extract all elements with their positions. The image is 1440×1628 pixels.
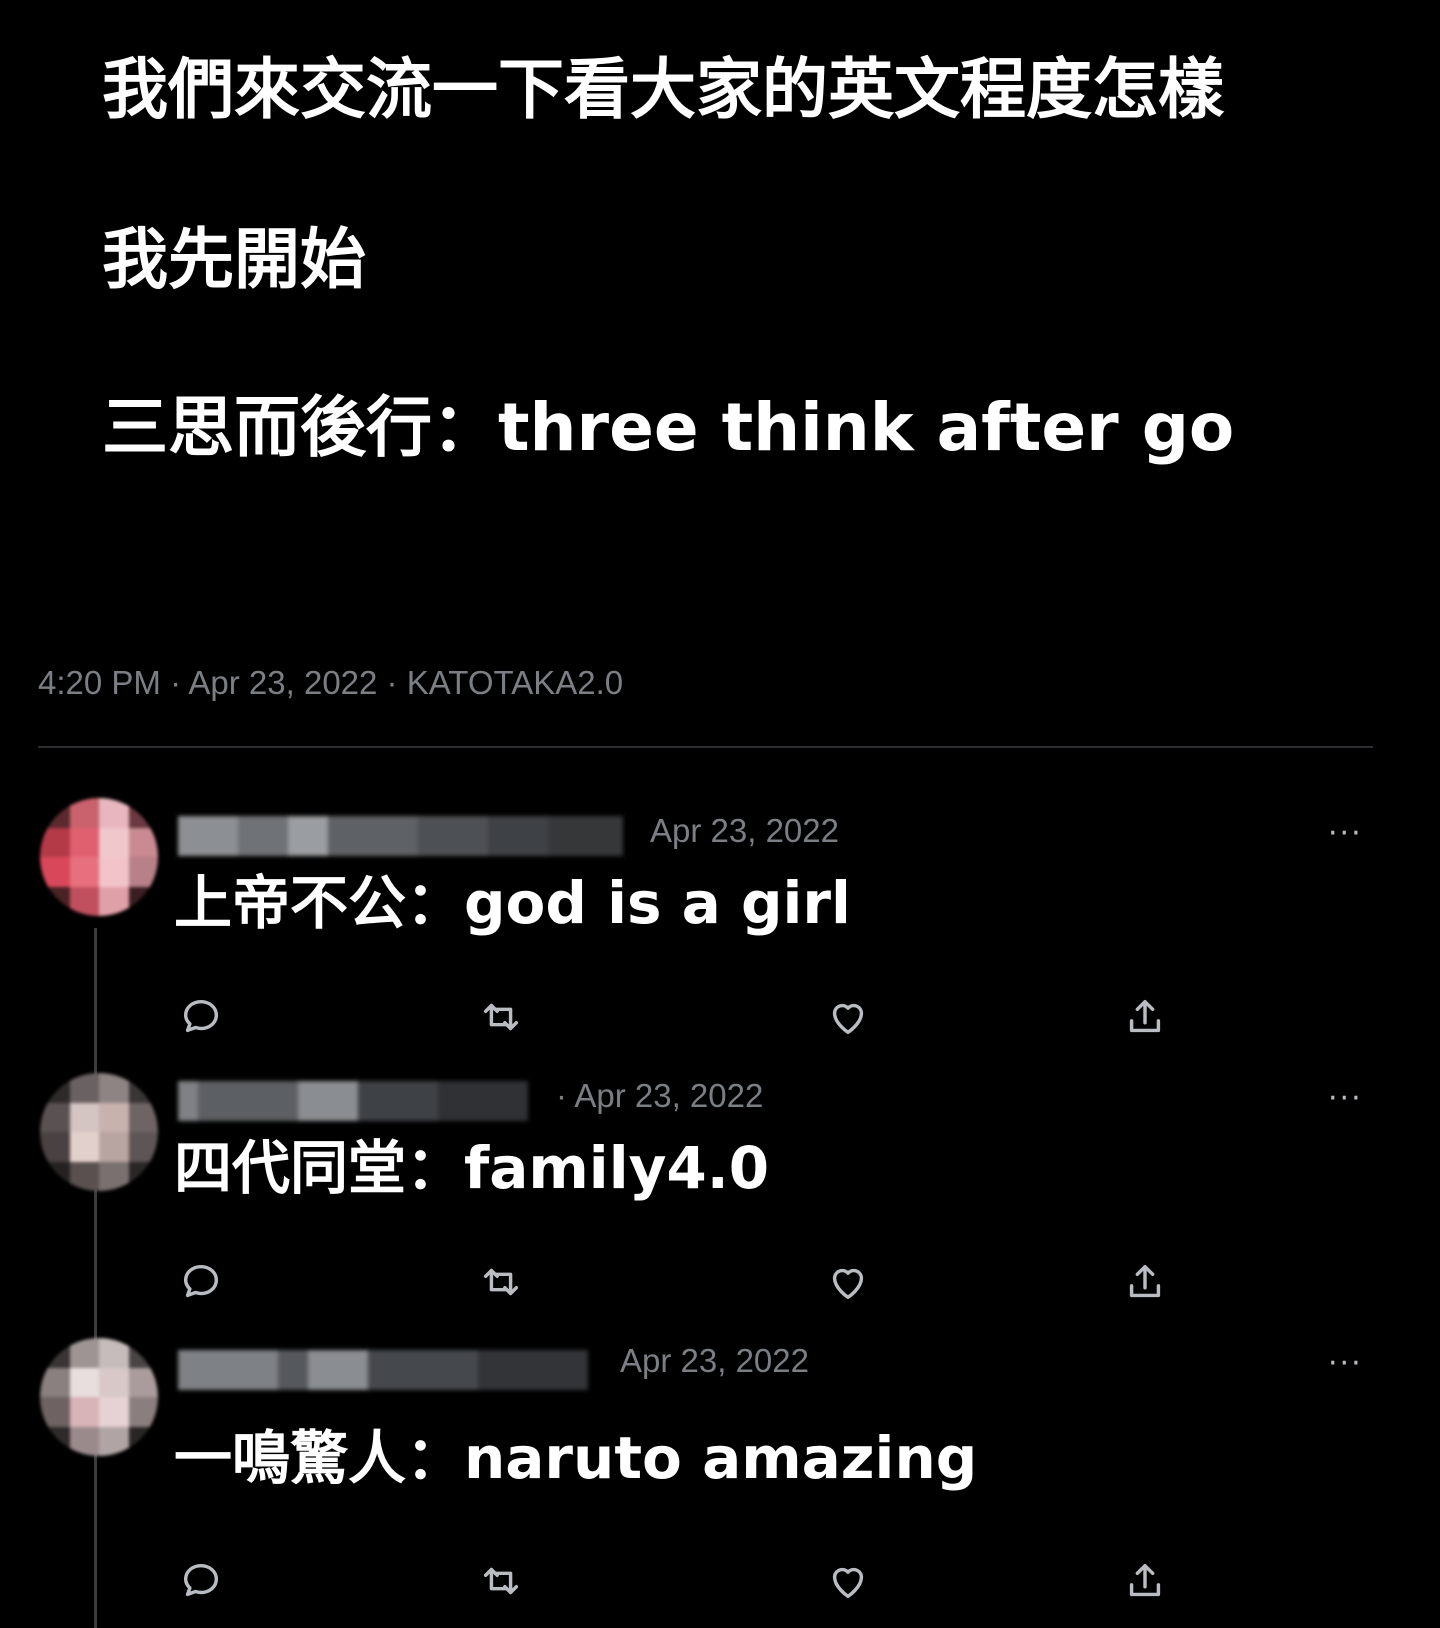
- heart-icon[interactable]: [825, 994, 871, 1040]
- reply-text: 上帝不公：god is a girl: [174, 869, 851, 937]
- avatar[interactable]: [40, 1073, 158, 1191]
- reply-date[interactable]: Apr 23, 2022: [650, 812, 839, 850]
- reply-icon[interactable]: [178, 1558, 224, 1604]
- share-icon[interactable]: [1122, 1259, 1168, 1305]
- heart-icon[interactable]: [825, 1259, 871, 1305]
- reply-date[interactable]: Apr 23, 2022: [620, 1342, 809, 1380]
- post-line-1: 我們來交流一下看大家的英文程度怎樣: [102, 51, 1224, 128]
- retweet-icon[interactable]: [478, 1259, 524, 1305]
- more-icon[interactable]: ···: [1328, 1346, 1363, 1381]
- reply-icon[interactable]: [178, 1259, 224, 1305]
- reply-icon[interactable]: [178, 994, 224, 1040]
- heart-icon[interactable]: [825, 1558, 871, 1604]
- username-blurred[interactable]: [178, 1081, 528, 1121]
- retweet-icon[interactable]: [478, 1558, 524, 1604]
- reply-3[interactable]: Apr 23, 2022 一鳴驚人：naruto amazing ···: [0, 1328, 1440, 1618]
- reply-1[interactable]: Apr 23, 2022 上帝不公：god is a girl ···: [0, 798, 1440, 1058]
- more-icon[interactable]: ···: [1328, 1081, 1363, 1116]
- reply-text: 一鳴驚人：naruto amazing: [174, 1424, 978, 1492]
- retweet-icon[interactable]: [478, 994, 524, 1040]
- username-blurred[interactable]: [178, 816, 623, 856]
- more-icon[interactable]: ···: [1328, 816, 1363, 851]
- avatar[interactable]: [40, 1338, 158, 1456]
- share-icon[interactable]: [1122, 994, 1168, 1040]
- reply-text: 四代同堂：family4.0: [174, 1134, 770, 1202]
- reply-date[interactable]: · Apr 23, 2022: [556, 1077, 763, 1115]
- reply-2[interactable]: · Apr 23, 2022 四代同堂：family4.0 ···: [0, 1063, 1440, 1323]
- username-blurred[interactable]: [178, 1350, 588, 1390]
- post-line-2: 我先開始: [102, 221, 366, 298]
- post-line-3: 三思而後行：three think after go: [102, 389, 1235, 466]
- divider: [38, 746, 1373, 748]
- avatar[interactable]: [40, 798, 158, 916]
- post-meta[interactable]: 4:20 PM · Apr 23, 2022 · KATOTAKA2.0: [38, 664, 623, 702]
- share-icon[interactable]: [1122, 1558, 1168, 1604]
